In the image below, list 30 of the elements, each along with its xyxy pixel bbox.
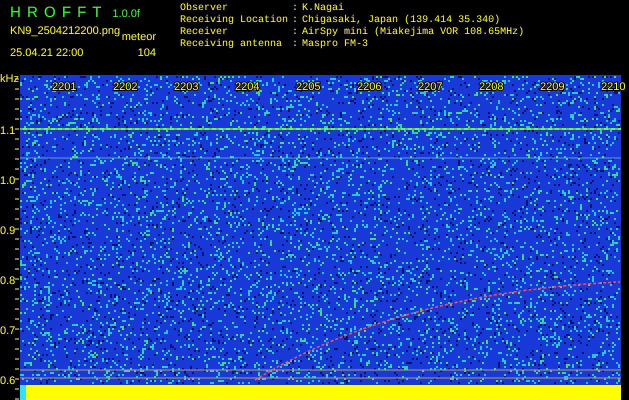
time-label: 2201 [52, 81, 76, 93]
date-time: 25.04.21 22:00 [10, 47, 84, 59]
mode-label: meteor [122, 31, 156, 43]
frequency-label: 1.1 [0, 125, 16, 137]
version-label: 1.0.0f [112, 8, 140, 20]
unit-label: kHz [0, 73, 19, 85]
count-label: 104 [138, 47, 156, 59]
time-label: 2202 [113, 81, 138, 93]
info-label: Receiving Location [180, 15, 288, 26]
frequency-label: 0.6 [0, 375, 16, 387]
time-label: 2206 [357, 81, 382, 93]
colon-separator: : [292, 15, 298, 27]
time-label: 2203 [174, 81, 198, 93]
frequency-label: 0.9 [0, 225, 16, 237]
info-value: Chigasaki, Japan (139.414 35.340) [302, 15, 502, 26]
colon-separator: : [292, 39, 298, 51]
colon-separator: : [292, 3, 298, 15]
colon-separator: : [292, 27, 298, 39]
file-name: KN9_2504212200.png [10, 25, 120, 39]
info-label: Receiver [180, 27, 230, 38]
frequency-label: 1.0 [0, 175, 16, 187]
time-label: 2208 [479, 81, 504, 93]
info-value: Maspro FM-3 [302, 39, 370, 51]
frequency-label: 0.7 [0, 325, 16, 337]
app-title: H R O F F T [10, 4, 102, 21]
info-value: K.Nagai [302, 3, 346, 14]
info-value: AirSpy mini (Miakejima VOR 108.65MHz) [302, 27, 524, 39]
frequency-label: 0.8 [0, 275, 16, 287]
info-label: Receiving antenna [180, 39, 284, 51]
info-label: Observer [180, 3, 230, 14]
